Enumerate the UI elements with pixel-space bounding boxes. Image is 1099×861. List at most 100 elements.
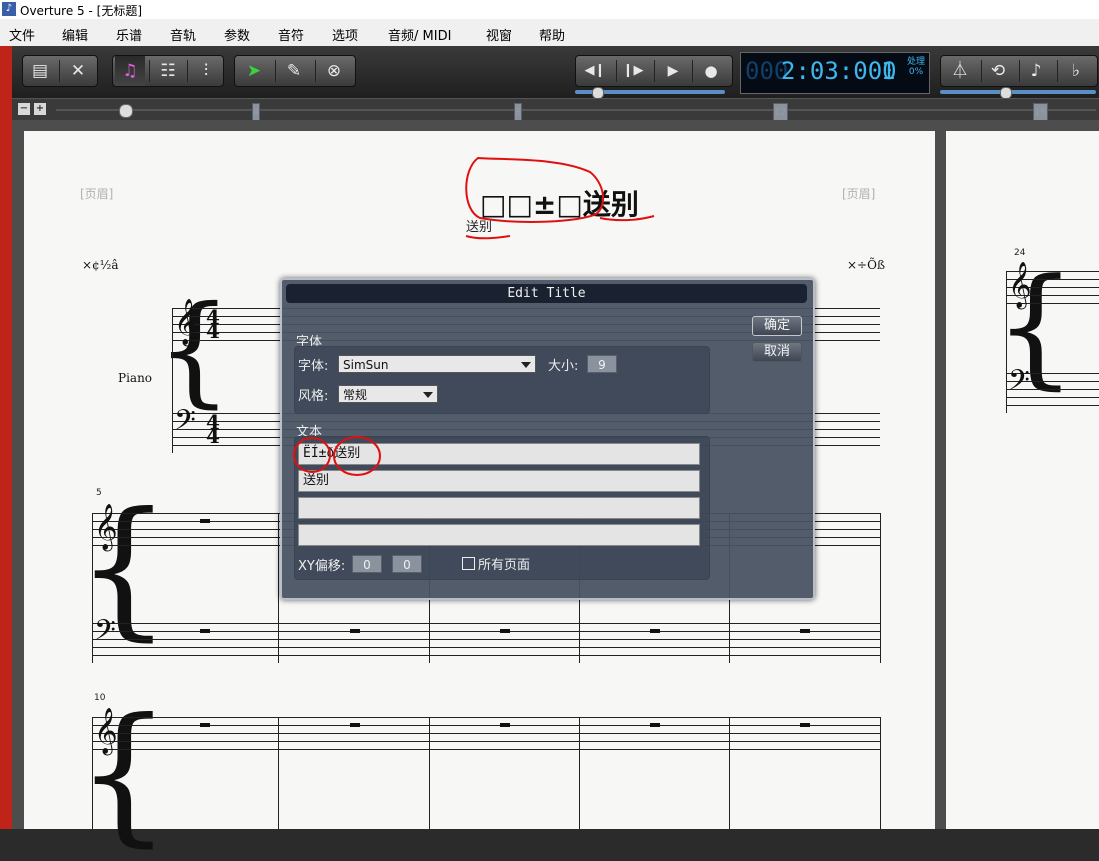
- whole-rest: [200, 723, 210, 727]
- header-right[interactable]: [页眉]: [842, 185, 875, 202]
- window-title: Overture 5 - [无标题]: [20, 4, 142, 18]
- treble-clef: 𝄞: [94, 504, 118, 550]
- treble-clef: 𝄞: [94, 708, 118, 754]
- menu-notes[interactable]: 音符: [278, 25, 304, 44]
- select-arrow-icon[interactable]: ➤: [239, 56, 269, 86]
- track-view-icon[interactable]: ☷: [153, 56, 183, 86]
- pencil-icon[interactable]: ✎: [279, 56, 309, 86]
- whole-rest: [650, 629, 660, 633]
- header-left[interactable]: [页眉]: [80, 185, 113, 202]
- menu-bar: 文件 编辑 乐谱 音轨 参数 音符 选项 音频/ MIDI 视窗 帮助: [0, 19, 1099, 47]
- time-signature: 44: [206, 410, 220, 448]
- all-pages-label: 所有页面: [478, 558, 531, 573]
- erase-icon[interactable]: ⊗: [319, 56, 349, 86]
- side-strip: [0, 46, 12, 829]
- window-views-group: ♫ ☷ ⫶: [112, 55, 224, 87]
- menu-help[interactable]: 帮助: [539, 25, 565, 44]
- chevron-down-icon: [521, 362, 531, 368]
- counter-beat: 1: [881, 57, 896, 85]
- time-signature: 44: [206, 305, 220, 343]
- edit-title-dialog: Edit Title 确定 取消 字体 字体: SimSun 大小: 9 风格:…: [280, 278, 815, 600]
- mixer-icon[interactable]: ⫶: [191, 56, 221, 86]
- treble-staff[interactable]: 𝄞: [92, 711, 880, 757]
- dialog-title[interactable]: Edit Title: [286, 284, 807, 303]
- metronome-icon[interactable]: ⏃: [945, 56, 975, 86]
- menu-file[interactable]: 文件: [9, 25, 35, 44]
- system-barline: [172, 308, 173, 453]
- accidental-icon[interactable]: ♭: [1061, 56, 1091, 86]
- counter-time: 2:03:000: [781, 57, 897, 85]
- ruler-mark: 16: [1033, 103, 1048, 121]
- menu-track[interactable]: 音轨: [170, 25, 196, 44]
- instrument-name[interactable]: Piano: [118, 371, 152, 385]
- y-offset-field[interactable]: 0: [392, 555, 422, 573]
- step-forward-icon[interactable]: ❙▶: [618, 56, 648, 86]
- cancel-button[interactable]: 取消: [752, 342, 802, 362]
- lyricist-text[interactable]: ×¢½â: [82, 258, 118, 272]
- xy-offset-label: XY偏移:: [298, 559, 346, 574]
- treble-clef: 𝄞: [174, 299, 198, 345]
- note-view-icon[interactable]: ♫: [115, 56, 145, 86]
- title-line-1-field[interactable]: ËÍ±ð送别: [298, 443, 700, 465]
- zoom-in-button[interactable]: +: [34, 103, 46, 115]
- whole-rest: [350, 629, 360, 633]
- play-icon[interactable]: ▶: [658, 56, 688, 86]
- score-title[interactable]: □□±□送别: [480, 183, 639, 223]
- whole-rest: [500, 723, 510, 727]
- composer-text[interactable]: ×÷Õß: [847, 258, 885, 272]
- view-tools-group: ▤ ✕: [22, 55, 98, 87]
- processing-label: 处理: [907, 57, 926, 67]
- rewind-icon[interactable]: ◀❙: [580, 56, 610, 86]
- zoom-out-button[interactable]: −: [18, 103, 30, 115]
- font-select[interactable]: SimSun: [338, 355, 536, 373]
- treble-clef: 𝄞: [1008, 262, 1032, 308]
- processing-value: 0%: [908, 67, 924, 77]
- bass-clef: 𝄢: [174, 404, 196, 444]
- title-line-4-field[interactable]: [298, 524, 700, 546]
- window-titlebar: ♪ Overture 5 - [无标题]: [0, 0, 1099, 19]
- size-field[interactable]: 9: [587, 355, 617, 373]
- transport-group: ◀❙ ❙▶ ▶ ●: [575, 55, 733, 87]
- title-line-2-field[interactable]: 送别: [298, 470, 700, 492]
- record-icon[interactable]: ●: [696, 56, 726, 86]
- ruler-position-knob[interactable]: [119, 104, 133, 118]
- score-view-icon[interactable]: ▤: [25, 56, 55, 86]
- whole-rest: [800, 723, 810, 727]
- menu-window[interactable]: 视窗: [486, 25, 512, 44]
- ruler-mark: 12: [773, 103, 788, 121]
- ok-button[interactable]: 确定: [752, 316, 802, 336]
- toolbar: ▤ ✕ ♫ ☷ ⫶ ➤ ✎ ⊗ ◀❙ ❙▶ ▶ ● 000 2:03:000 1…: [12, 46, 1099, 99]
- style-select[interactable]: 常规: [338, 385, 438, 403]
- menu-audio-midi[interactable]: 音频/ MIDI: [388, 25, 451, 44]
- font-label: 字体:: [298, 359, 329, 374]
- whole-rest: [500, 629, 510, 633]
- tools-icon[interactable]: ✕: [63, 56, 93, 86]
- volume-slider[interactable]: [940, 90, 1096, 94]
- bass-clef: 𝄢: [1008, 364, 1030, 404]
- menu-edit[interactable]: 编辑: [62, 25, 88, 44]
- size-label: 大小:: [548, 359, 579, 374]
- bass-staff[interactable]: 𝄢: [1006, 367, 1099, 413]
- menu-score[interactable]: 乐谱: [116, 25, 142, 44]
- note-value-icon[interactable]: ♪: [1021, 56, 1051, 86]
- processing-indicator: 处理 0%: [907, 57, 925, 77]
- ruler-track: [56, 109, 1096, 111]
- menu-params[interactable]: 参数: [224, 25, 250, 44]
- bass-staff[interactable]: 𝄢: [92, 617, 880, 663]
- edit-tools-group: ➤ ✎ ⊗: [234, 55, 356, 87]
- x-offset-field[interactable]: 0: [352, 555, 382, 573]
- treble-staff[interactable]: 𝄞: [1006, 265, 1099, 311]
- whole-rest: [200, 519, 210, 523]
- note-tools-group: ⏃ ⟲ ♪ ♭: [940, 55, 1098, 87]
- ruler-mark: 8: [514, 103, 523, 121]
- loop-icon[interactable]: ⟲: [983, 56, 1013, 86]
- title-line-3-field[interactable]: [298, 497, 700, 519]
- bass-clef: 𝄢: [94, 614, 116, 654]
- measure-ruler: − + 4 8 12 16: [12, 98, 1099, 121]
- all-pages-checkbox[interactable]: [462, 557, 475, 570]
- whole-rest: [350, 723, 360, 727]
- menu-options[interactable]: 选项: [332, 25, 358, 44]
- whole-rest: [800, 629, 810, 633]
- ruler-mark: 4: [252, 103, 261, 121]
- score-subtitle[interactable]: 送别: [466, 216, 492, 235]
